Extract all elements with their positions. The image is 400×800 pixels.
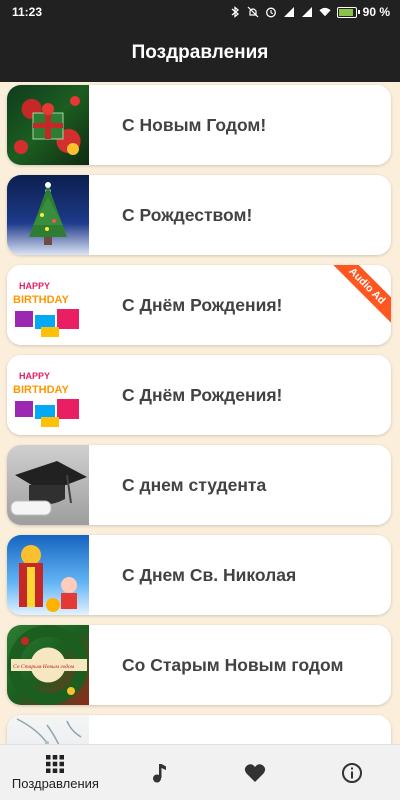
nav-favorites[interactable] [207, 745, 303, 800]
card-label: С Новым Годом! [122, 114, 267, 135]
card-birthday[interactable]: HAPPY BIRTHDAY С Днём Рождения! [7, 355, 391, 435]
wifi-icon [319, 7, 331, 17]
birthday-line1: HAPPY [19, 371, 50, 381]
saint-nicholas-graphic [19, 545, 77, 612]
card-label: С Днем Св. Николая [122, 564, 297, 585]
nav-greetings-label: Поздравления [11, 775, 99, 791]
old-new-year-banner: Со Старым Новым годом [13, 663, 75, 670]
christmas-tree-image [7, 175, 89, 255]
card-label: С днем студента [122, 474, 267, 495]
greetings-list[interactable]: С Новым Годом! С Рождеством! HAPPY BIRTH… [0, 82, 400, 744]
christmas-tree-graphic [29, 182, 67, 245]
battery-icon [336, 6, 360, 18]
birthday-line2: BIRTHDAY [13, 384, 69, 396]
old-new-year-wreath-image: Со Старым Новым годом [7, 625, 89, 705]
signal-icon-2 [301, 7, 312, 17]
card-old-new-year[interactable]: Со Старым Новым годом Со Старым Новым го… [7, 625, 391, 705]
status-icons: 90 % [229, 5, 390, 19]
gift-box-graphic [14, 96, 80, 155]
card-christmas[interactable]: С Рождеством! [7, 175, 391, 255]
winter-branches-image [7, 715, 89, 744]
grid-icon [46, 754, 65, 773]
bluetooth-icon [231, 6, 239, 18]
new-year-gifts-image [7, 85, 89, 165]
status-time: 11:23 [12, 5, 43, 19]
wreath-graphic: Со Старым Новым годом [8, 625, 88, 705]
card-label: Со Старым Новым годом [122, 654, 344, 675]
card-winter[interactable] [7, 715, 391, 744]
birthday-graphic: HAPPY BIRTHDAY [13, 371, 79, 427]
nav-music[interactable] [111, 745, 207, 800]
card-label: С Днём Рождения! [122, 294, 283, 315]
info-icon [341, 762, 362, 783]
card-label: С Днём Рождения! [122, 384, 283, 405]
birthday-graphic: HAPPY BIRTHDAY [13, 281, 79, 337]
app-bar: Поздравления [0, 24, 400, 82]
bottom-navigation: Поздравления [0, 744, 400, 800]
graduation-cap-graphic [10, 461, 87, 516]
audio-ad-badge: Audio Ad [325, 265, 391, 328]
card-student[interactable]: С днем студента [7, 445, 391, 525]
alarm-icon [265, 7, 276, 18]
signal-icon [283, 7, 294, 17]
card-label: С Рождеством! [122, 204, 253, 225]
winter-branch-graphic [16, 718, 82, 744]
page-title: Поздравления [131, 42, 269, 63]
birthday-gifts-image: HAPPY BIRTHDAY [7, 355, 89, 435]
nav-info[interactable] [304, 745, 400, 800]
birthday-gifts-image: HAPPY BIRTHDAY [7, 265, 89, 345]
status-bar: 11:23 90 % [0, 0, 400, 24]
card-st-nicholas[interactable]: С Днем Св. Николая [7, 535, 391, 615]
music-note-icon [153, 763, 167, 782]
dnd-off-icon [247, 6, 259, 18]
heart-icon [245, 763, 266, 782]
birthday-line1: HAPPY [19, 281, 50, 291]
birthday-line2: BIRTHDAY [13, 294, 69, 306]
card-birthday-audio-ad[interactable]: HAPPY BIRTHDAY С Днём Рождения! Audio Ad [7, 265, 391, 345]
saint-nicholas-image [7, 535, 89, 615]
battery-percent: 90 % [362, 5, 390, 19]
graduation-cap-image [7, 445, 89, 525]
card-new-year[interactable]: С Новым Годом! [7, 85, 391, 165]
nav-greetings[interactable]: Поздравления [0, 745, 111, 800]
